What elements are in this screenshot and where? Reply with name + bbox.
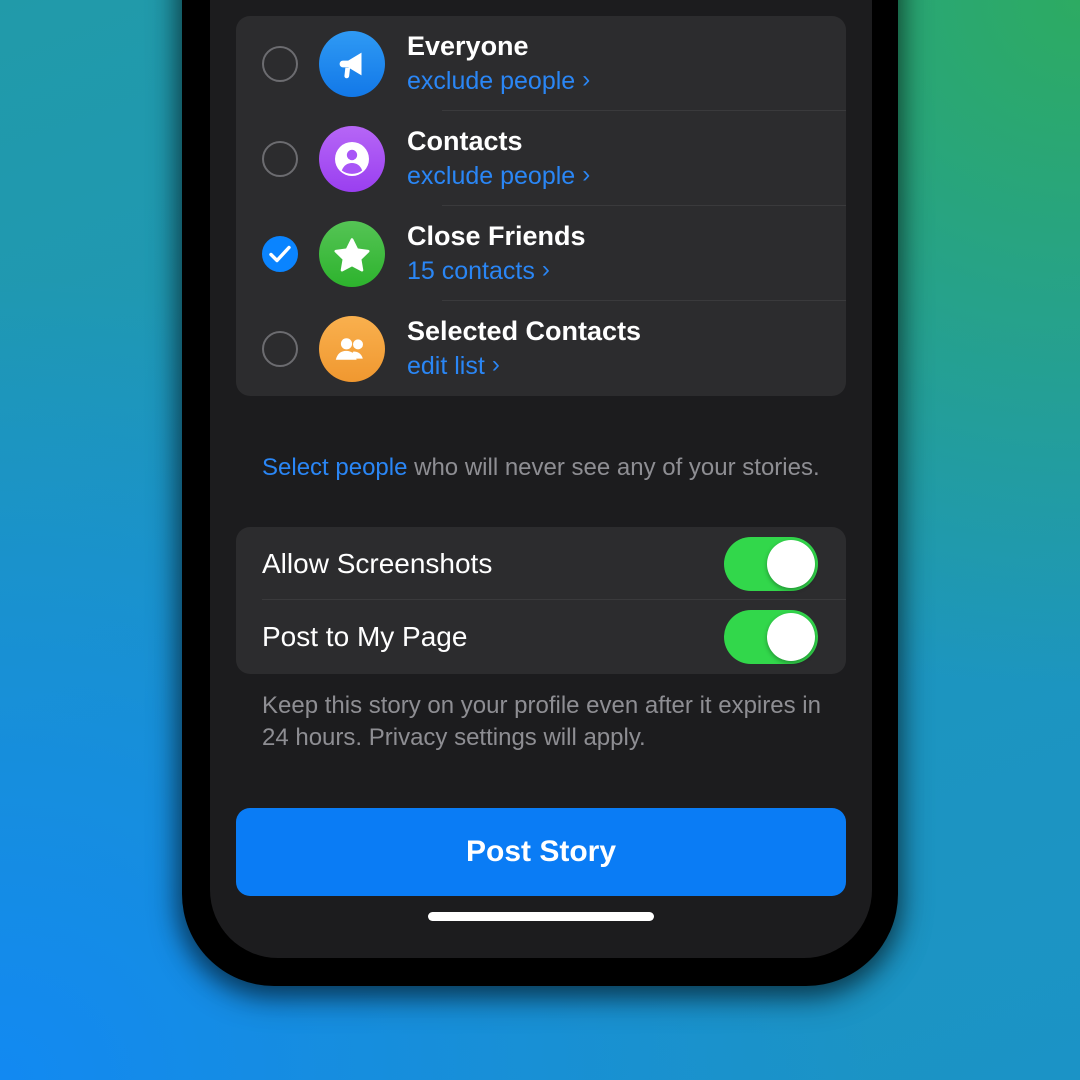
audience-row-everyone[interactable]: Everyone exclude people › [236,16,846,111]
audience-title: Everyone [407,31,529,62]
toggle-row-allow-screenshots[interactable]: Allow Screenshots [236,527,846,600]
radio-everyone[interactable] [262,45,298,82]
check-icon [269,245,291,262]
toggle-knob [767,539,815,588]
options-toggle-card: Allow Screenshots Post to My Page [236,527,846,674]
audience-sub-label: exclude people [407,66,576,95]
audience-row-contacts[interactable]: Contacts exclude people › [236,111,846,206]
person-circle-icon [319,125,385,192]
chevron-right-icon: › [582,160,591,188]
people-group-icon [319,315,385,382]
audience-row-close-friends[interactable]: Close Friends 15 contacts › [236,206,846,301]
toggle-allow-screenshots[interactable] [724,536,818,591]
privacy-note: Select people who will never see any of … [262,452,842,484]
post-story-button[interactable]: Post Story [236,808,846,896]
toggle-label: Allow Screenshots [262,547,493,579]
home-indicator[interactable] [428,912,654,921]
audience-sub-label: edit list [407,351,485,380]
audience-sublink-close-friends[interactable]: 15 contacts › [407,256,586,286]
radio-selected-contacts[interactable] [262,330,298,367]
screen-content: WHO CAN VIEW THIS STORY [210,0,872,958]
toggle-knob [767,612,815,661]
audience-text-everyone: Everyone exclude people › [407,31,590,95]
audience-text-close-friends: Close Friends 15 contacts › [407,221,586,285]
audience-title: Close Friends [407,221,586,252]
audience-sub-label: exclude people [407,161,576,190]
audience-sublink-everyone[interactable]: exclude people › [407,66,590,96]
privacy-note-rest: who will never see any of your stories. [407,454,820,481]
audience-title: Contacts [407,126,523,157]
toggle-label: Post to My Page [262,620,468,652]
audience-sub-label: 15 contacts [407,256,535,285]
screenshot-canvas: WHO CAN VIEW THIS STORY [0,0,1080,1080]
megaphone-icon [319,30,385,97]
radio-close-friends[interactable] [262,235,298,272]
audience-sublink-selected-contacts[interactable]: edit list › [407,351,641,381]
toggle-row-post-to-my-page[interactable]: Post to My Page [236,600,846,673]
chevron-right-icon: › [541,255,550,283]
audience-row-selected-contacts[interactable]: Selected Contacts edit list › [236,301,846,396]
radio-contacts[interactable] [262,140,298,177]
chevron-right-icon: › [491,350,500,378]
audience-options-card: Everyone exclude people › Contacts exclu… [236,16,846,396]
phone-screen: WHO CAN VIEW THIS STORY [210,0,872,958]
audience-title: Selected Contacts [407,316,642,347]
select-people-link[interactable]: Select people [262,454,407,481]
audience-text-contacts: Contacts exclude people › [407,126,590,190]
toggle-post-to-my-page[interactable] [724,609,818,664]
audience-text-selected-contacts: Selected Contacts edit list › [407,316,641,380]
chevron-right-icon: › [582,65,591,93]
star-icon [319,220,385,287]
audience-sublink-contacts[interactable]: exclude people › [407,161,590,191]
expiry-note: Keep this story on your profile even aft… [262,692,821,751]
